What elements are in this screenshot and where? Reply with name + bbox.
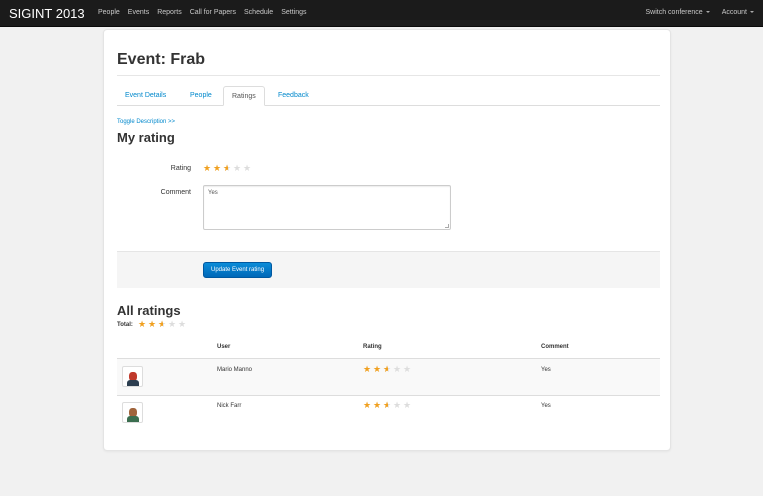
nav-right: Switch conference Account <box>646 9 754 16</box>
column-header-rating: Rating <box>363 344 382 350</box>
comment-label: Comment <box>160 189 191 196</box>
caret-down-icon <box>750 11 754 14</box>
brand-link[interactable]: SIGINT 2013 <box>9 6 85 21</box>
rating-comment: Yes <box>541 403 551 409</box>
content-panel: Event: Frab Event Details People Ratings… <box>103 29 671 451</box>
avatar <box>122 402 143 423</box>
tab-ratings[interactable]: Ratings <box>223 86 265 106</box>
star-icon: ★ <box>158 320 167 330</box>
column-header-user: User <box>217 344 231 350</box>
update-event-rating-button[interactable]: Update Event rating <box>203 262 273 278</box>
star-icon[interactable]: ★ <box>233 164 242 173</box>
total-label: Total: <box>117 322 133 328</box>
star-icon: ★ <box>383 365 392 375</box>
star-icon: ★ <box>393 400 402 410</box>
nav-item-schedule[interactable]: Schedule <box>244 9 273 16</box>
title-divider <box>117 75 660 76</box>
star-icon: ★ <box>363 400 372 410</box>
avatar-body <box>127 380 139 386</box>
top-navbar: SIGINT 2013 People Events Reports Call f… <box>0 0 763 27</box>
avatar-body <box>127 416 139 422</box>
star-icon[interactable]: ★ <box>203 164 212 173</box>
caret-down-icon <box>705 11 710 14</box>
star-icon: ★ <box>373 364 382 374</box>
tab-event-details[interactable]: Event Details <box>117 86 174 106</box>
rating-user-name[interactable]: Mario Manno <box>217 367 252 373</box>
form-actions: Update Event rating <box>117 251 660 288</box>
my-rating-heading: My rating <box>117 130 175 145</box>
tab-feedback[interactable]: Feedback <box>270 86 317 106</box>
switch-conference-label: Switch conference <box>645 9 703 16</box>
switch-conference-dropdown[interactable]: Switch conference <box>646 9 710 16</box>
star-icon: ★ <box>148 319 157 329</box>
nav-item-people[interactable]: People <box>98 9 120 16</box>
column-header-comment: Comment <box>541 344 569 350</box>
nav-item-settings[interactable]: Settings <box>281 9 306 16</box>
toggle-description-link[interactable]: Toggle Description >> <box>117 119 175 125</box>
nav-item-reports[interactable]: Reports <box>157 9 182 16</box>
nav-item-events[interactable]: Events <box>128 9 149 16</box>
star-icon[interactable]: ★ <box>243 164 252 173</box>
star-icon[interactable]: ★ <box>213 164 222 173</box>
star-icon[interactable]: ★ <box>223 164 232 174</box>
row-rating-stars: ★ ★ ★ ★ ★ <box>363 364 412 375</box>
comment-text: Yes <box>208 190 218 196</box>
main-nav: People Events Reports Call for Papers Sc… <box>98 9 307 16</box>
row-divider <box>117 395 660 396</box>
rating-comment: Yes <box>541 367 551 373</box>
page-title: Event: Frab <box>117 51 206 68</box>
star-icon: ★ <box>138 319 147 329</box>
star-icon: ★ <box>393 364 402 374</box>
star-icon: ★ <box>403 364 412 374</box>
all-ratings-heading: All ratings <box>117 303 181 318</box>
resize-handle-icon[interactable] <box>445 224 449 228</box>
star-icon: ★ <box>383 401 392 411</box>
star-icon: ★ <box>178 319 187 329</box>
star-icon: ★ <box>373 400 382 410</box>
account-dropdown[interactable]: Account <box>722 9 754 16</box>
star-icon: ★ <box>168 319 177 329</box>
star-icon: ★ <box>363 364 372 374</box>
comment-textarea[interactable]: Yes <box>203 185 451 230</box>
account-label: Account <box>721 9 747 16</box>
rating-label: Rating <box>170 165 191 172</box>
nav-item-call-for-papers[interactable]: Call for Papers <box>190 9 236 16</box>
rating-user-name[interactable]: Nick Farr <box>217 403 241 409</box>
star-icon: ★ <box>403 400 412 410</box>
my-rating-stars[interactable]: ★ ★ ★ ★ ★ <box>203 164 252 174</box>
total-rating-stars: ★ ★ ★ ★ ★ <box>138 319 187 330</box>
row-rating-stars: ★ ★ ★ ★ ★ <box>363 400 412 411</box>
avatar <box>122 366 143 387</box>
tab-people[interactable]: People <box>182 86 220 106</box>
